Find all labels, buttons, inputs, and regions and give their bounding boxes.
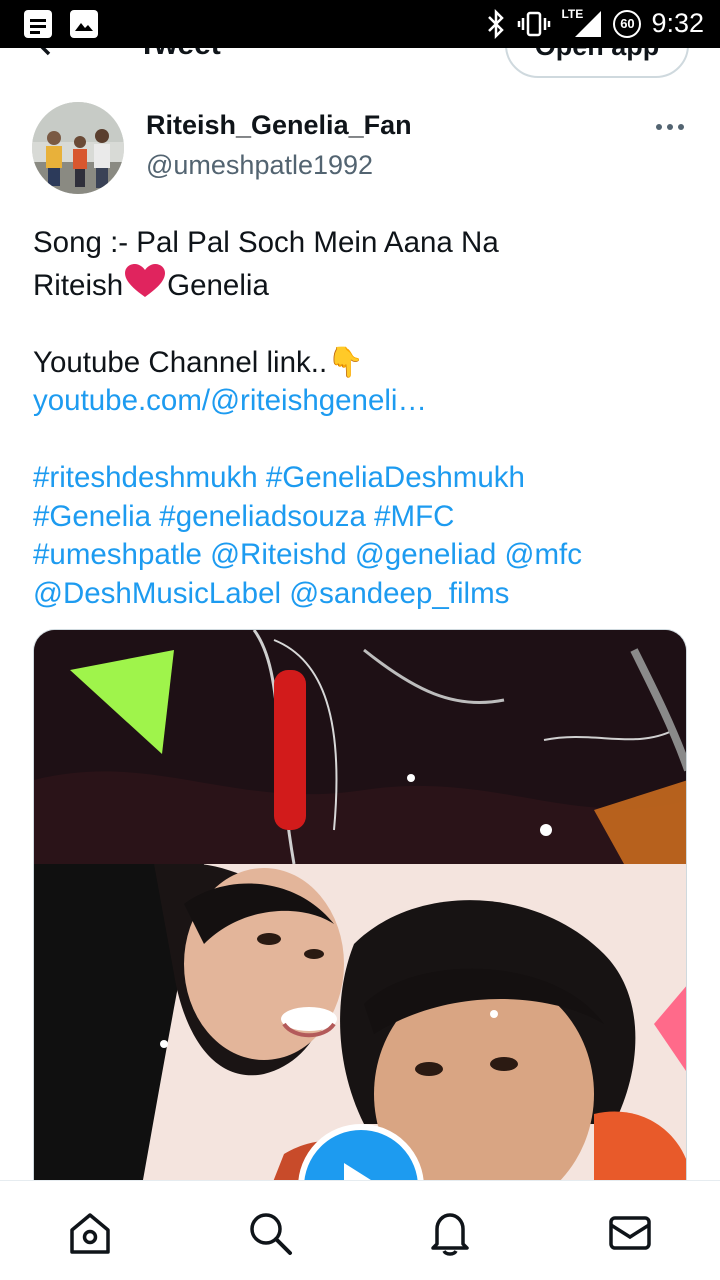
bottom-nav <box>0 1180 720 1280</box>
open-app-button[interactable]: Open app <box>505 48 689 78</box>
video-frame-bottom <box>34 864 686 1228</box>
status-time: 9:32 <box>651 8 704 38</box>
pointing-down-emoji: 👇 <box>327 345 364 379</box>
page-title: Tweet <box>138 48 221 62</box>
hashtag-line[interactable]: #Genelia #geneliadsouza #MFC <box>33 498 693 537</box>
vibrate-icon <box>518 11 551 36</box>
battery-icon: 60 <box>613 9 642 38</box>
tweet-line: Youtube Channel link..👇 <box>33 345 364 379</box>
video-frame-top <box>34 630 686 864</box>
home-icon[interactable] <box>66 1209 114 1257</box>
signal-icon: LTE <box>561 7 603 39</box>
search-icon[interactable] <box>246 1209 294 1257</box>
tweet-line: Riteish Genelia <box>33 263 693 306</box>
back-arrow-icon[interactable] <box>34 48 68 60</box>
author-handle[interactable]: @umeshpatle1992 <box>146 150 373 181</box>
author-name[interactable]: Riteish_Genelia_Fan <box>146 110 412 141</box>
gallery-icon <box>70 10 98 38</box>
tweet-text: Song :- Pal Pal Soch Mein Aana Na Riteis… <box>33 224 693 613</box>
avatar[interactable] <box>32 102 124 194</box>
bluetooth-icon <box>488 8 505 39</box>
heart-icon <box>125 263 166 297</box>
mention-line[interactable]: #umeshpatle @Riteishd @geneliad @mfc <box>33 536 693 575</box>
notifications-icon[interactable] <box>426 1209 474 1257</box>
status-bar: LTE 60 9:32 <box>0 0 720 48</box>
mention-line[interactable]: @DeshMusicLabel @sandeep_films <box>33 575 693 614</box>
notes-icon <box>24 10 52 38</box>
video-thumbnail[interactable] <box>33 629 687 1229</box>
top-header: Tweet Open app <box>0 48 720 82</box>
more-options-icon[interactable] <box>652 116 688 138</box>
hashtag-line[interactable]: #riteshdeshmukh #GeneliaDeshmukh <box>33 459 693 498</box>
messages-icon[interactable] <box>606 1209 654 1257</box>
youtube-link[interactable]: youtube.com/@riteishgeneli… <box>33 382 693 421</box>
tweet-line: Song :- Pal Pal Soch Mein Aana Na <box>33 226 499 259</box>
